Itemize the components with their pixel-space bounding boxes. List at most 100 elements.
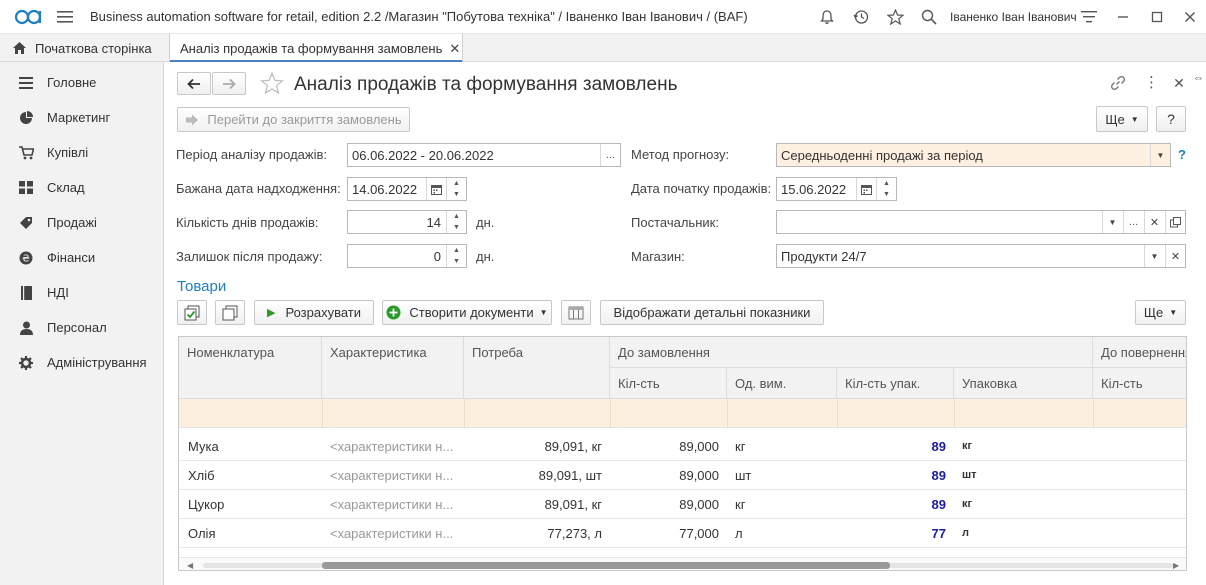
calculate-button[interactable]: ▶ Розрахувати <box>254 300 374 325</box>
tab-sales-analysis[interactable]: Аналіз продажів та формування замовлень … <box>169 34 463 63</box>
table-row[interactable]: Мука <характеристики н... 89,091, кг 89,… <box>179 432 1186 461</box>
col-qty-pack[interactable]: Кіл-сть упак. <box>837 368 954 399</box>
days-stepper[interactable]: 14 ▲ ▼ <box>347 210 467 234</box>
col-need[interactable]: Потреба <box>464 337 610 399</box>
show-details-button[interactable]: Відображати детальні показники <box>600 300 824 325</box>
goto-close-orders-button[interactable]: Перейти до закриття замовлень <box>177 107 410 132</box>
sidebar-item-finance[interactable]: ₴ Фінанси <box>0 240 163 275</box>
more-vertical-icon[interactable]: ⋮ <box>1144 74 1159 92</box>
scrollbar-thumb[interactable] <box>322 562 890 569</box>
period-field[interactable]: 06.06.2022 - 20.06.2022 … <box>347 143 621 167</box>
spin-up-icon[interactable]: ▲ <box>447 245 466 256</box>
goods-more-button[interactable]: Ще ▼ <box>1135 300 1186 325</box>
maximize-icon[interactable] <box>1147 7 1167 27</box>
favorite-star-icon[interactable] <box>260 71 284 96</box>
dropdown-arrow-icon: ▼ <box>1130 114 1139 124</box>
pie-chart-icon <box>18 110 34 126</box>
spin-up-icon[interactable]: ▲ <box>447 178 466 189</box>
col-nomenclature[interactable]: Номенклатура <box>179 337 322 399</box>
search-icon[interactable] <box>919 7 939 27</box>
table-row-selected[interactable] <box>179 399 1186 428</box>
star-icon[interactable] <box>885 7 905 27</box>
tab-close-icon[interactable]: ✕ <box>449 41 460 57</box>
user-name[interactable]: Іваненко Іван Іванович <box>950 10 1077 24</box>
show-details-label: Відображати детальні показники <box>613 305 811 320</box>
remain-stepper[interactable]: 0 ▲ ▼ <box>347 244 467 268</box>
spin-down-icon[interactable]: ▼ <box>447 222 466 233</box>
spin-up-icon[interactable]: ▲ <box>877 178 896 189</box>
open-icon[interactable] <box>1165 211 1185 233</box>
sidebar-item-purchases[interactable]: Купівлі <box>0 135 163 170</box>
spin-down-icon[interactable]: ▼ <box>447 189 466 200</box>
dropdown-arrow-icon[interactable]: ▼ <box>1150 144 1170 166</box>
remain-spin[interactable]: ▲ ▼ <box>446 245 466 267</box>
dropdown-arrow-icon[interactable]: ▼ <box>1144 245 1164 267</box>
close-form-icon[interactable]: ✕ <box>1171 74 1187 92</box>
spin-down-icon[interactable]: ▼ <box>877 189 896 200</box>
sidebar-item-marketing[interactable]: Маркетинг <box>0 100 163 135</box>
sidebar-item-sales[interactable]: Продажі <box>0 205 163 240</box>
scroll-right-icon[interactable]: ▶ <box>1173 561 1179 570</box>
table-row[interactable]: Хліб <характеристики н... 89,091, шт 89,… <box>179 461 1186 490</box>
date-stepper[interactable]: ▲ ▼ <box>446 178 466 200</box>
cell-characteristic: <характеристики н... <box>330 468 454 483</box>
scroll-left-icon[interactable]: ◀ <box>187 561 193 570</box>
create-documents-button[interactable]: Створити документи ▼ <box>382 300 552 325</box>
check-all-button[interactable] <box>177 300 207 325</box>
horizontal-scrollbar[interactable]: ◀ ▶ <box>179 557 1186 570</box>
start-date-field[interactable]: 15.06.2022 ▲ ▼ <box>776 177 897 201</box>
tab-home[interactable]: Початкова сторінка <box>0 34 164 62</box>
calendar-icon[interactable] <box>426 178 446 200</box>
days-spin[interactable]: ▲ ▼ <box>446 211 466 233</box>
forward-button[interactable] <box>212 72 246 95</box>
more-button[interactable]: Ще ▼ <box>1096 106 1148 132</box>
col-characteristic[interactable]: Характеристика <box>322 337 464 399</box>
method-help-icon[interactable]: ? <box>1178 147 1186 162</box>
dropdown-arrow-icon[interactable]: ▼ <box>1102 211 1122 233</box>
close-window-icon[interactable] <box>1180 7 1200 27</box>
filter-settings-button[interactable] <box>561 300 591 325</box>
minimize-icon[interactable] <box>1113 7 1133 27</box>
clear-icon[interactable]: ✕ <box>1144 211 1164 233</box>
col-unit[interactable]: Од. вим. <box>727 368 837 399</box>
link-icon[interactable] <box>1110 75 1128 93</box>
method-select[interactable]: Середньоденні продажі за період ▼ <box>776 143 1171 167</box>
cell-unit: кг <box>735 497 746 512</box>
help-button[interactable]: ? <box>1156 106 1186 132</box>
sidebar-item-warehouse[interactable]: Склад <box>0 170 163 205</box>
resize-icon[interactable]: ⇔ <box>1193 72 1206 86</box>
cell-qty-pack: 89 <box>931 468 946 483</box>
sidebar-item-label: Фінанси <box>47 250 96 265</box>
supplier-field[interactable]: ▼ … ✕ <box>776 210 1186 234</box>
store-field[interactable]: Продукти 24/7 ▼ ✕ <box>776 244 1186 268</box>
history-icon[interactable] <box>851 7 871 27</box>
goods-table: Номенклатура Характеристика Потреба До з… <box>178 336 1187 571</box>
hamburger-menu-icon[interactable] <box>55 7 75 27</box>
sidebar-item-personnel[interactable]: Персонал <box>0 310 163 345</box>
calendar-icon[interactable] <box>856 178 876 200</box>
uncheck-all-icon <box>222 305 238 320</box>
col-qty[interactable]: Кіл-сть <box>610 368 727 399</box>
col-group-to-order[interactable]: До замовлення <box>610 337 1093 368</box>
baf-logo-icon[interactable] <box>14 7 44 27</box>
table-row[interactable]: Олія <характеристики н... 77,273, л 77,0… <box>179 519 1186 548</box>
bell-icon[interactable] <box>817 7 837 27</box>
clear-icon[interactable]: ✕ <box>1165 245 1185 267</box>
table-row[interactable]: Цукор <характеристики н... 89,091, кг 89… <box>179 490 1186 519</box>
col-group-to-return[interactable]: До повернення <box>1093 337 1186 368</box>
ellipsis-icon[interactable]: … <box>600 144 620 166</box>
home-icon <box>12 41 27 55</box>
spin-down-icon[interactable]: ▼ <box>447 256 466 267</box>
ellipsis-icon[interactable]: … <box>1123 211 1143 233</box>
col-pack[interactable]: Упаковка <box>954 368 1093 399</box>
sidebar-item-main[interactable]: Головне <box>0 65 163 100</box>
desired-date-field[interactable]: 14.06.2022 ▲ ▼ <box>347 177 467 201</box>
start-date-spin[interactable]: ▲ ▼ <box>876 178 896 200</box>
uncheck-all-button[interactable] <box>215 300 245 325</box>
spin-up-icon[interactable]: ▲ <box>447 211 466 222</box>
sidebar-item-administration[interactable]: Адміністрування <box>0 345 163 380</box>
sidebar-item-ndi[interactable]: НДІ <box>0 275 163 310</box>
back-button[interactable] <box>177 72 211 95</box>
col-return-qty[interactable]: Кіл-сть <box>1093 368 1186 399</box>
settings-lines-icon[interactable] <box>1079 7 1099 27</box>
